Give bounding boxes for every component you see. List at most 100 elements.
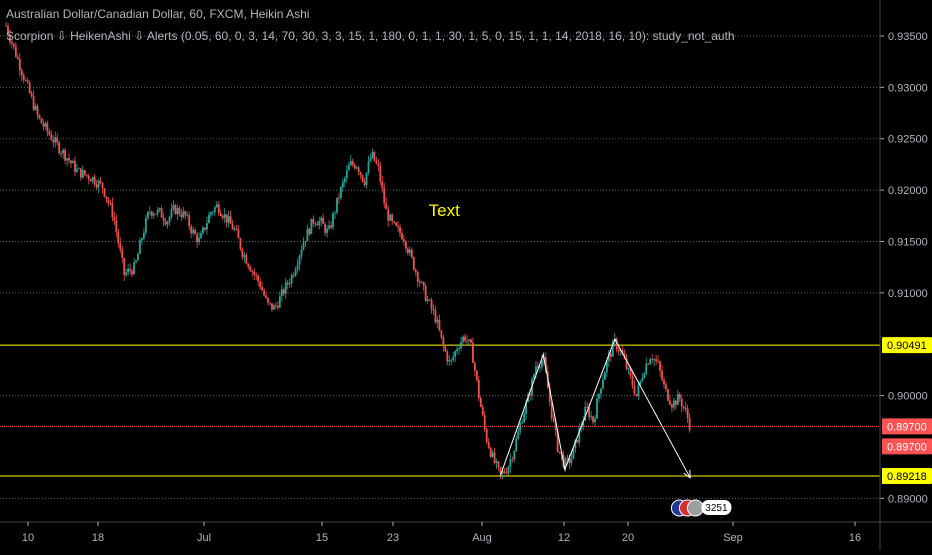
candle-body <box>14 46 17 57</box>
candle <box>432 304 435 315</box>
candle-body <box>76 168 78 172</box>
candle <box>38 114 41 120</box>
candle <box>280 284 283 302</box>
candle-body <box>410 249 413 257</box>
candle-body <box>176 208 179 214</box>
candle-body <box>477 379 480 398</box>
candle-body <box>302 242 305 250</box>
candle <box>273 303 275 310</box>
candle-body <box>602 379 604 389</box>
candle <box>590 410 593 421</box>
candle <box>52 135 55 148</box>
candle-body <box>442 337 445 347</box>
candle <box>190 224 193 239</box>
candle-body <box>206 223 208 230</box>
candle <box>168 215 171 226</box>
candle-body <box>367 161 370 173</box>
candle <box>113 211 116 225</box>
candle-body <box>519 423 522 431</box>
candle-body <box>458 348 461 350</box>
candle-body <box>489 447 492 457</box>
candle <box>64 147 67 165</box>
candle <box>119 237 122 253</box>
chart-area[interactable]: Text 0.93500 0.93000 0.92500 0.92000 0.91500… <box>0 0 932 550</box>
candle <box>680 394 683 413</box>
candle-body <box>215 204 218 208</box>
candle-body <box>50 134 53 140</box>
candle <box>58 140 61 156</box>
candle <box>12 43 15 50</box>
candle <box>359 171 362 180</box>
x-tick-label: 20 <box>622 532 634 544</box>
x-tick-label: 15 <box>316 532 328 544</box>
candle-body <box>239 238 242 249</box>
candle <box>349 155 352 167</box>
price-chart[interactable]: Text 0.93500 0.93000 0.92500 0.92000 0.91500… <box>0 0 932 550</box>
candle <box>369 153 372 163</box>
candle-body <box>190 226 193 234</box>
text-annotation: Text <box>429 201 460 220</box>
candle <box>363 177 366 188</box>
candle-body <box>141 238 143 241</box>
candle <box>166 220 169 229</box>
candle <box>288 278 291 288</box>
candle <box>454 349 457 363</box>
candle <box>515 435 518 452</box>
candle-body <box>440 330 443 338</box>
candle-body <box>627 368 630 370</box>
candle <box>312 215 315 228</box>
candle <box>170 203 173 220</box>
annotation-layer: Text <box>429 201 460 220</box>
candle <box>667 388 669 402</box>
candle <box>123 257 126 282</box>
y-tick-label: 0.93500 <box>888 31 928 43</box>
candle-body <box>247 263 250 268</box>
candle-body <box>586 406 589 408</box>
candle <box>257 274 260 287</box>
candle-body <box>663 379 665 385</box>
candle-body <box>219 213 222 217</box>
candle-body <box>594 418 596 423</box>
candle <box>353 162 356 170</box>
candle-body <box>505 472 508 474</box>
event-icon[interactable] <box>686 499 704 517</box>
candle-body <box>345 170 348 179</box>
candle-body <box>34 106 37 110</box>
candle-body <box>107 199 110 204</box>
candle <box>251 269 254 277</box>
candle <box>495 458 498 469</box>
candle <box>76 163 78 174</box>
candle-body <box>253 271 256 275</box>
candle-body <box>168 217 171 223</box>
candle-body <box>359 172 362 175</box>
x-tick-label: 10 <box>22 532 34 544</box>
candle-body <box>68 158 70 161</box>
candle <box>217 201 220 217</box>
candle-body <box>385 203 388 210</box>
candle-body <box>24 80 27 81</box>
candle <box>239 237 242 251</box>
candle <box>604 370 606 380</box>
candle-body <box>479 397 482 408</box>
candle <box>229 210 232 224</box>
candle-body <box>62 149 65 154</box>
candle-body <box>688 418 691 431</box>
candle <box>393 220 396 224</box>
candle-body <box>125 272 128 276</box>
candle-body <box>89 179 92 182</box>
candle <box>410 247 413 259</box>
candle-body <box>643 373 646 379</box>
candle-body <box>127 268 130 273</box>
candle-body <box>308 228 311 235</box>
candle-body <box>604 372 606 380</box>
candle <box>60 150 63 158</box>
candle-body <box>491 452 494 457</box>
candle <box>186 211 189 218</box>
candle <box>345 165 348 183</box>
candle <box>46 120 49 137</box>
candle-body <box>424 285 427 301</box>
candle-body <box>245 255 248 264</box>
candle-body <box>243 255 246 257</box>
candle-body <box>48 131 51 135</box>
candle <box>657 355 659 364</box>
